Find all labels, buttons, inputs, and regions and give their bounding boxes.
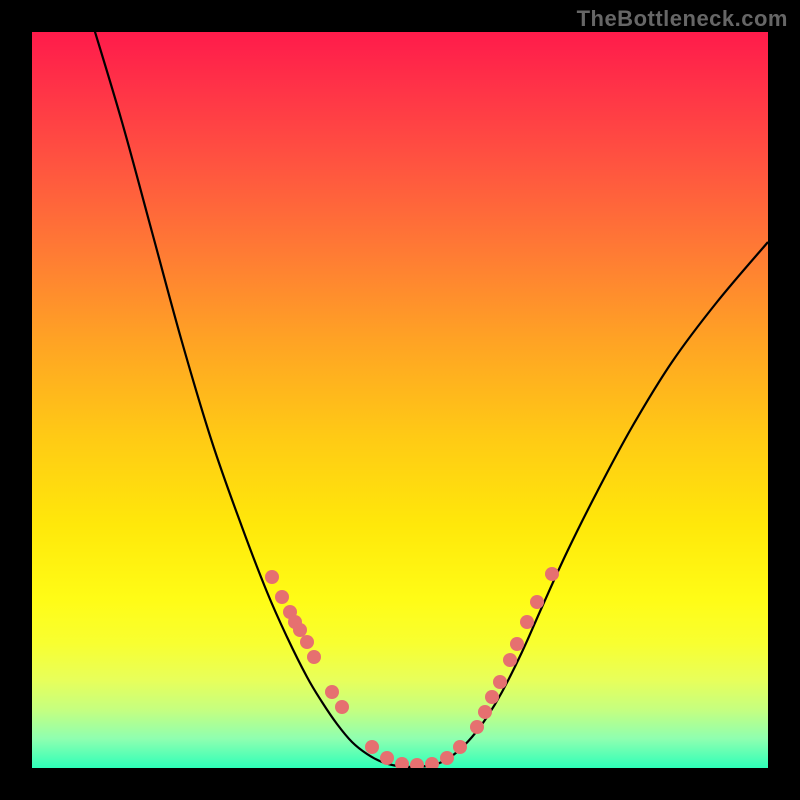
plot-svg — [32, 32, 768, 768]
data-dot — [440, 751, 454, 765]
data-dot — [478, 705, 492, 719]
data-dot — [453, 740, 467, 754]
data-dot — [510, 637, 524, 651]
data-dot — [395, 757, 409, 768]
data-dot — [520, 615, 534, 629]
data-dot — [275, 590, 289, 604]
data-dot — [380, 751, 394, 765]
data-dot — [325, 685, 339, 699]
chart-container: TheBottleneck.com — [0, 0, 800, 800]
left-curve — [92, 32, 412, 767]
data-dot — [425, 757, 439, 768]
watermark-text: TheBottleneck.com — [577, 6, 788, 32]
data-dot — [485, 690, 499, 704]
data-dot — [265, 570, 279, 584]
data-dot — [530, 595, 544, 609]
right-curve — [412, 242, 768, 767]
data-dot — [335, 700, 349, 714]
plot-area — [32, 32, 768, 768]
data-dot — [410, 758, 424, 768]
data-dot — [307, 650, 321, 664]
data-dot — [293, 623, 307, 637]
data-dot — [503, 653, 517, 667]
data-dot — [545, 567, 559, 581]
data-dot — [493, 675, 507, 689]
data-dot — [300, 635, 314, 649]
data-dot — [365, 740, 379, 754]
data-dot — [470, 720, 484, 734]
